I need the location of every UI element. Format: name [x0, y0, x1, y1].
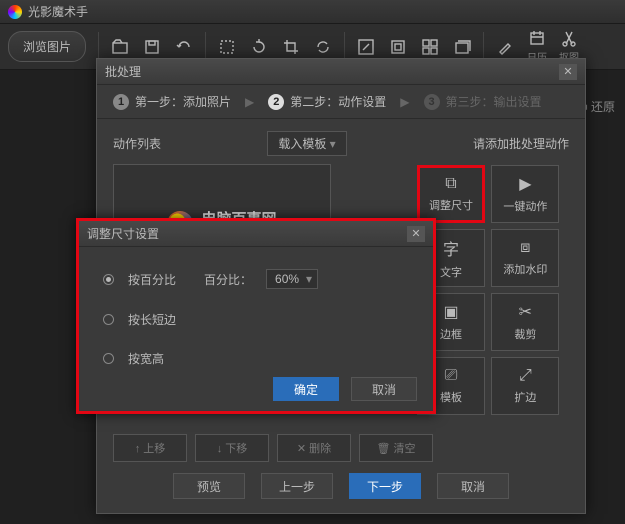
action-watermark[interactable]: ⧈添加水印: [491, 229, 559, 287]
step-3: 3第三步：输出设置: [424, 93, 542, 110]
resize-title: 调整尺寸设置: [87, 225, 159, 242]
close-icon[interactable]: ✕: [559, 64, 577, 80]
template-icon: ⎚: [445, 367, 458, 385]
divider: [344, 32, 345, 62]
tool-fit[interactable]: [212, 38, 242, 56]
preview-button[interactable]: 预览: [173, 473, 245, 499]
batch-footer: 预览 上一步 下一步 取消: [97, 473, 585, 499]
radio-percent[interactable]: [103, 274, 114, 285]
percent-label: 百分比：: [204, 271, 252, 288]
percent-select[interactable]: 60%: [266, 269, 318, 289]
divider: [98, 32, 99, 62]
action-crop[interactable]: ✂裁剪: [491, 293, 559, 351]
action-grid: ⧉调整尺寸 ▶一键动作 字文字 ⧈添加水印 ▣边框 ✂裁剪 ⎚模板 ⤢扩边: [417, 165, 569, 421]
clear-button[interactable]: 🗑 清空: [359, 434, 433, 462]
resize-titlebar: 调整尺寸设置 ✕: [79, 221, 433, 247]
action-list-label: 动作列表: [113, 135, 161, 152]
app-title: 光影魔术手: [28, 3, 88, 20]
tool-batch[interactable]: [447, 38, 477, 56]
play-icon: ▶: [519, 174, 531, 194]
radio-percent-label: 按百分比: [128, 271, 176, 288]
resize-icon: ⧉: [445, 175, 456, 193]
tool-brush[interactable]: [490, 38, 520, 56]
resize-footer: 确定 取消: [273, 377, 417, 401]
step-bar: 1第一步：添加照片 ▶ 2第二步：动作设置 ▶ 3第三步：输出设置: [97, 85, 585, 119]
delete-button[interactable]: ✕ 删除: [277, 434, 351, 462]
tool-frame[interactable]: [383, 38, 413, 56]
watermark-icon: ⧈: [520, 239, 530, 257]
radio-width-label: 按宽高: [128, 350, 164, 367]
step-1[interactable]: 1第一步：添加照片: [113, 93, 231, 110]
close-icon[interactable]: ✕: [407, 226, 425, 242]
resize-dialog: 调整尺寸设置 ✕ 按百分比 百分比： 60% 按长短边 按宽高 确定 取消: [76, 218, 436, 414]
divider: [205, 32, 206, 62]
border-icon: ▣: [443, 302, 458, 322]
titlebar: 光影魔术手: [0, 0, 625, 24]
ok-button[interactable]: 确定: [273, 377, 339, 401]
step-2[interactable]: 2第二步：动作设置: [268, 93, 386, 110]
action-resize[interactable]: ⧉调整尺寸: [417, 165, 485, 223]
move-down-button[interactable]: ↓ 下移: [195, 434, 269, 462]
radio-width[interactable]: [103, 353, 114, 364]
chevron-right-icon: ▶: [245, 95, 254, 109]
action-prompt: 请添加批处理动作: [473, 135, 569, 152]
expand-icon: ⤢: [519, 367, 532, 385]
prev-button[interactable]: 上一步: [261, 473, 333, 499]
next-button[interactable]: 下一步: [349, 473, 421, 499]
action-onekey[interactable]: ▶一键动作: [491, 165, 559, 223]
tool-open[interactable]: [105, 38, 135, 56]
divider: [483, 32, 484, 62]
tool-undo[interactable]: [169, 38, 199, 56]
batch-titlebar: 批处理 ✕: [97, 59, 585, 85]
load-template-button[interactable]: 载入模板: [267, 131, 346, 156]
app-logo-icon: [8, 5, 22, 19]
tool-crop[interactable]: [276, 38, 306, 56]
move-up-button[interactable]: ↑ 上移: [113, 434, 187, 462]
radio-longest[interactable]: [103, 314, 114, 325]
tool-refresh[interactable]: [308, 38, 338, 56]
text-icon: 字: [443, 236, 459, 260]
tool-rotate[interactable]: [244, 38, 274, 56]
radio-longest-label: 按长短边: [128, 311, 176, 328]
tool-collage[interactable]: [415, 38, 445, 56]
batch-title: 批处理: [105, 63, 141, 80]
chevron-right-icon: ▶: [400, 95, 409, 109]
crop-icon: ✂: [519, 302, 532, 322]
action-expand[interactable]: ⤢扩边: [491, 357, 559, 415]
cancel-button[interactable]: 取消: [351, 377, 417, 401]
cancel-button[interactable]: 取消: [437, 473, 509, 499]
tool-save[interactable]: [137, 38, 167, 56]
tool-resize[interactable]: [351, 38, 381, 56]
browse-button[interactable]: 浏览图片: [8, 31, 86, 62]
